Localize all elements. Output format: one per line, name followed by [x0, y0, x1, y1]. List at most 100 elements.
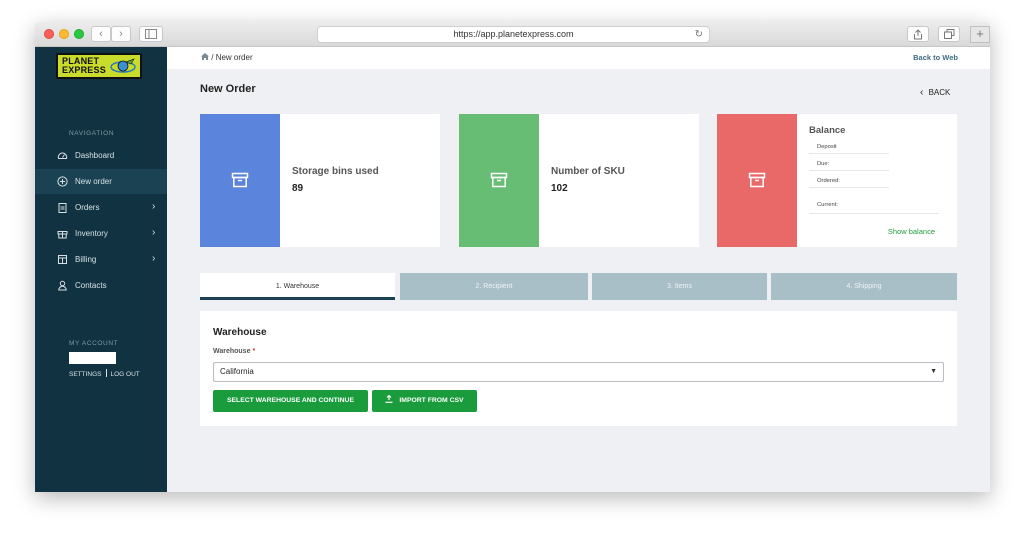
breadcrumb: / New order — [201, 53, 253, 62]
url-text: https://app.planetexpress.com — [453, 29, 574, 39]
browser-back-button[interactable]: ‹ — [91, 26, 111, 42]
required-mark: * — [252, 348, 256, 355]
tabs-overview-button[interactable] — [938, 26, 960, 42]
sidebar-item-billing[interactable]: Billing › — [35, 247, 167, 272]
account-name-box — [69, 352, 116, 364]
clipboard-icon — [58, 203, 67, 213]
balance-row-due: Due: — [809, 159, 889, 171]
top-bar: / New order Back to Web — [167, 47, 990, 69]
sidebar-item-dashboard[interactable]: Dashboard — [35, 143, 167, 168]
field-label-text: Warehouse — [213, 348, 251, 355]
back-to-web-link[interactable]: Back to Web — [913, 53, 958, 62]
sidebar-item-new-order[interactable]: New order — [35, 169, 167, 194]
back-label: BACK — [928, 88, 951, 97]
panel-title: Warehouse — [213, 327, 267, 338]
chevron-right-icon: › — [119, 28, 123, 40]
storage-bins-card: Storage bins used 89 — [200, 114, 440, 247]
sidebar-item-contacts[interactable]: Contacts — [35, 273, 167, 298]
reload-icon[interactable]: ↻ — [695, 27, 703, 42]
card-color-band — [200, 114, 280, 247]
sidebar-item-label: Inventory — [75, 229, 108, 238]
warehouse-select[interactable]: California ▼ — [213, 362, 944, 382]
warehouse-panel: Warehouse Warehouse * California ▼ SELEC… — [200, 311, 957, 426]
link-divider — [105, 369, 107, 377]
balance-card: Balance Deposit Due: Ordered: Current: S… — [717, 114, 957, 247]
sidebar-item-label: New order — [75, 177, 112, 186]
breadcrumb-separator: / — [211, 53, 214, 62]
sku-count-card: Number of SKU 102 — [459, 114, 699, 247]
new-tab-button[interactable]: + — [970, 26, 990, 43]
chevron-right-icon: › — [152, 253, 156, 264]
balance-row-current: Current: — [809, 200, 939, 214]
chevron-left-icon: ‹ — [99, 28, 103, 40]
balance-row-label: Deposit — [817, 144, 837, 150]
person-icon — [58, 280, 67, 291]
tab-shipping[interactable]: 4. Shipping — [771, 273, 957, 300]
logo-line-2: EXPRESS — [62, 65, 106, 75]
gift-box-icon — [57, 231, 68, 239]
dashboard-icon — [57, 152, 68, 159]
chevron-left-icon: ‹ — [920, 87, 924, 98]
sidebar-toggle-button[interactable] — [139, 26, 163, 42]
settings-link[interactable]: SETTINGS — [69, 371, 102, 378]
archive-box-icon — [748, 172, 766, 188]
tab-items[interactable]: 3. Items — [592, 273, 767, 300]
archive-box-icon — [490, 172, 508, 188]
planet-express-logo[interactable]: PLANET EXPRESS — [56, 53, 142, 79]
balance-row-label: Current: — [817, 202, 838, 208]
sidebar-item-label: Orders — [75, 203, 100, 212]
page-title: New Order — [200, 83, 256, 95]
plus-circle-icon — [57, 176, 68, 187]
nav-heading: NAVIGATION — [69, 130, 115, 137]
stat-value: 89 — [292, 183, 304, 194]
balance-row-label: Ordered: — [817, 178, 840, 184]
sidebar-item-label: Contacts — [75, 281, 107, 290]
warehouse-field-label: Warehouse * — [213, 348, 255, 355]
sidebar-item-label: Dashboard — [75, 151, 115, 160]
chevron-right-icon: › — [152, 201, 156, 212]
breadcrumb-current: New order — [215, 53, 253, 62]
stat-label: Number of SKU — [551, 166, 625, 177]
sidebar-item-inventory[interactable]: Inventory › — [35, 221, 167, 246]
import-csv-button[interactable]: IMPORT FROM CSV — [372, 390, 477, 412]
sidebar-toggle-icon — [145, 29, 157, 39]
home-icon[interactable] — [201, 53, 209, 60]
sidebar-item-orders[interactable]: Orders › — [35, 195, 167, 220]
account-heading: MY ACCOUNT — [69, 340, 119, 347]
select-warehouse-button[interactable]: SELECT WAREHOUSE AND CONTINUE — [213, 390, 368, 412]
card-color-band — [459, 114, 539, 247]
logo-text: PLANET EXPRESS — [62, 57, 106, 75]
archive-box-icon — [231, 172, 249, 188]
stat-value: 102 — [551, 183, 568, 194]
browser-forward-button[interactable]: › — [111, 26, 131, 42]
card-color-band — [717, 114, 797, 247]
balance-row-ordered: Ordered: — [809, 176, 889, 188]
balance-row-label: Due: — [817, 161, 830, 167]
back-button[interactable]: ‹ BACK — [920, 87, 950, 98]
caret-down-icon: ▼ — [930, 368, 937, 375]
zoom-window-button[interactable] — [74, 29, 84, 39]
chevron-right-icon: › — [152, 227, 156, 238]
tabs-icon — [943, 29, 954, 39]
browser-titlebar: ‹ › https://app.planetexpress.com ↻ — [35, 22, 990, 47]
upload-icon — [385, 394, 393, 403]
planet-ship-icon — [110, 58, 136, 73]
import-csv-label: IMPORT FROM CSV — [399, 397, 464, 404]
close-window-button[interactable] — [44, 29, 54, 39]
address-bar[interactable]: https://app.planetexpress.com ↻ — [317, 26, 710, 43]
browser-window: ‹ › https://app.planetexpress.com ↻ PLAN… — [35, 22, 990, 492]
billing-icon — [58, 255, 67, 264]
tab-warehouse[interactable]: 1. Warehouse — [200, 273, 395, 300]
account-links: SETTINGS LOG OUT — [69, 369, 140, 378]
tab-recipient[interactable]: 2. Recipient — [400, 273, 588, 300]
show-balance-link[interactable]: Show balance — [888, 227, 935, 236]
sidebar: PLANET EXPRESS NAVIGATION Dashboard New … — [35, 47, 167, 492]
minimize-window-button[interactable] — [59, 29, 69, 39]
share-button[interactable] — [907, 26, 929, 42]
balance-title: Balance — [809, 125, 846, 136]
sidebar-item-label: Billing — [75, 255, 97, 264]
logout-link[interactable]: LOG OUT — [111, 371, 140, 378]
share-icon — [914, 29, 922, 40]
stat-label: Storage bins used — [292, 166, 379, 177]
balance-row-deposit: Deposit — [809, 142, 889, 154]
